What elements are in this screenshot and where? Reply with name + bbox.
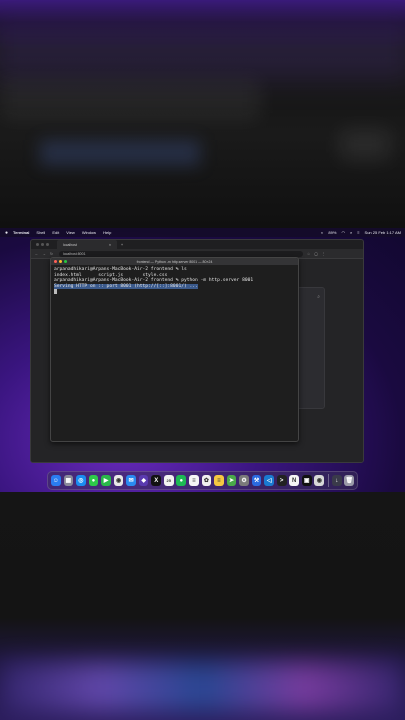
close-tab-icon[interactable]: × bbox=[109, 243, 111, 247]
terminal-title-bar: frontend — Python -m http.server 8001 — … bbox=[51, 258, 298, 265]
search-icon[interactable]: ⌕ bbox=[350, 230, 352, 235]
reload-icon[interactable]: ↻ bbox=[50, 252, 53, 256]
more-icon[interactable]: ⋮ bbox=[322, 252, 326, 256]
new-tab-button[interactable]: + bbox=[121, 243, 123, 247]
safari-icon[interactable]: ◎ bbox=[76, 475, 86, 486]
zoom-dot[interactable] bbox=[46, 243, 49, 246]
wifi-icon[interactable]: ◠ bbox=[341, 230, 345, 235]
back-icon[interactable]: ← bbox=[35, 252, 39, 256]
launchpad-icon[interactable]: ▦ bbox=[63, 475, 74, 486]
chrome2-icon[interactable]: ◉ bbox=[314, 475, 325, 486]
settings-icon[interactable]: ⚙ bbox=[239, 475, 249, 486]
notes-icon[interactable]: ≡ bbox=[214, 475, 224, 486]
selected-serving-line: Serving HTTP on :: port 8001 (http://[::… bbox=[54, 283, 198, 289]
notion-icon[interactable]: N bbox=[289, 475, 300, 486]
window-controls bbox=[36, 243, 51, 246]
control-center-icon[interactable]: ≡ bbox=[357, 230, 359, 235]
menu-shell[interactable]: Shell bbox=[36, 230, 45, 235]
menu-help[interactable]: Help bbox=[103, 230, 111, 235]
browser-tab-bar: localhost × + bbox=[31, 240, 363, 249]
desktop-screen: ● Terminal Shell Edit View Window Help ◐… bbox=[0, 228, 405, 492]
finder-icon[interactable]: ☺ bbox=[51, 475, 61, 486]
address-bar[interactable]: localhost:8001 bbox=[58, 250, 303, 257]
dock: ☺ ▦ ◎ ● ▶ ◉ ✉ ◆ X 25 ● ≡ ✿ ≡ ➤ ⚙ ⚒ ◁ > N ▣ ◉ ↓ 🗑 bbox=[47, 471, 358, 490]
vscode-icon[interactable]: ◁ bbox=[264, 475, 274, 486]
url-text: localhost:8001 bbox=[62, 251, 86, 256]
terminal-output[interactable]: arpanadhikari@Arpans-MacBook-Air-2 front… bbox=[51, 265, 298, 298]
control-icon[interactable]: ◐ bbox=[321, 230, 323, 235]
terminal-window[interactable]: frontend — Python -m http.server 8001 — … bbox=[50, 257, 299, 442]
x-icon[interactable]: X bbox=[151, 475, 162, 486]
terminal-icon[interactable]: > bbox=[276, 475, 287, 486]
photos-icon[interactable]: ✿ bbox=[201, 475, 212, 486]
calendar-icon[interactable]: 25 bbox=[163, 475, 174, 486]
tab-title: localhost bbox=[63, 242, 77, 247]
trash-icon[interactable]: 🗑 bbox=[344, 475, 355, 486]
menu-window[interactable]: Window bbox=[82, 230, 96, 235]
proton-icon[interactable]: ◆ bbox=[138, 475, 149, 486]
messages-icon[interactable]: ● bbox=[88, 475, 99, 486]
terminal-title: frontend — Python -m http.server 8001 — … bbox=[136, 259, 213, 264]
spotify-icon[interactable]: ● bbox=[176, 475, 187, 486]
terminal-cursor bbox=[54, 289, 57, 294]
menu-bar: ● Terminal Shell Edit View Window Help ◐… bbox=[0, 228, 405, 237]
profile-icon[interactable]: ◯ bbox=[314, 252, 318, 256]
mail-icon[interactable]: ✉ bbox=[126, 475, 136, 486]
battery-percent[interactable]: 89% bbox=[328, 230, 336, 235]
dock-separator bbox=[328, 474, 329, 487]
chrome-icon[interactable]: ◉ bbox=[113, 475, 124, 486]
minimize-dot[interactable] bbox=[41, 243, 44, 246]
xcode-icon[interactable]: ⚒ bbox=[251, 475, 262, 486]
star-icon[interactable]: ☆ bbox=[307, 252, 310, 256]
forward-icon[interactable]: → bbox=[43, 252, 47, 256]
browser-tab[interactable]: localhost × bbox=[57, 240, 117, 249]
pycharm-icon[interactable]: ▣ bbox=[301, 475, 312, 486]
clock[interactable]: Sun 25 Feb 1:17 AM bbox=[365, 230, 401, 235]
blurred-background-top bbox=[0, 0, 405, 228]
close-dot[interactable] bbox=[36, 243, 39, 246]
downloads-icon[interactable]: ↓ bbox=[331, 475, 342, 486]
menu-terminal[interactable]: Terminal bbox=[13, 230, 29, 235]
facetime-icon[interactable]: ▶ bbox=[101, 475, 111, 486]
maps-icon[interactable]: ➤ bbox=[226, 475, 237, 486]
menu-view[interactable]: View bbox=[66, 230, 75, 235]
blurred-background-bottom bbox=[0, 492, 405, 720]
apple-logo-icon[interactable]: ● bbox=[5, 230, 8, 236]
reminders-icon[interactable]: ≡ bbox=[189, 475, 199, 486]
status-area: ◐ 89% ◠ ⌕ ≡ Sun 25 Feb 1:17 AM bbox=[316, 230, 401, 235]
menu-edit[interactable]: Edit bbox=[52, 230, 59, 235]
panel-search-icon[interactable]: ⌕ bbox=[317, 294, 320, 300]
